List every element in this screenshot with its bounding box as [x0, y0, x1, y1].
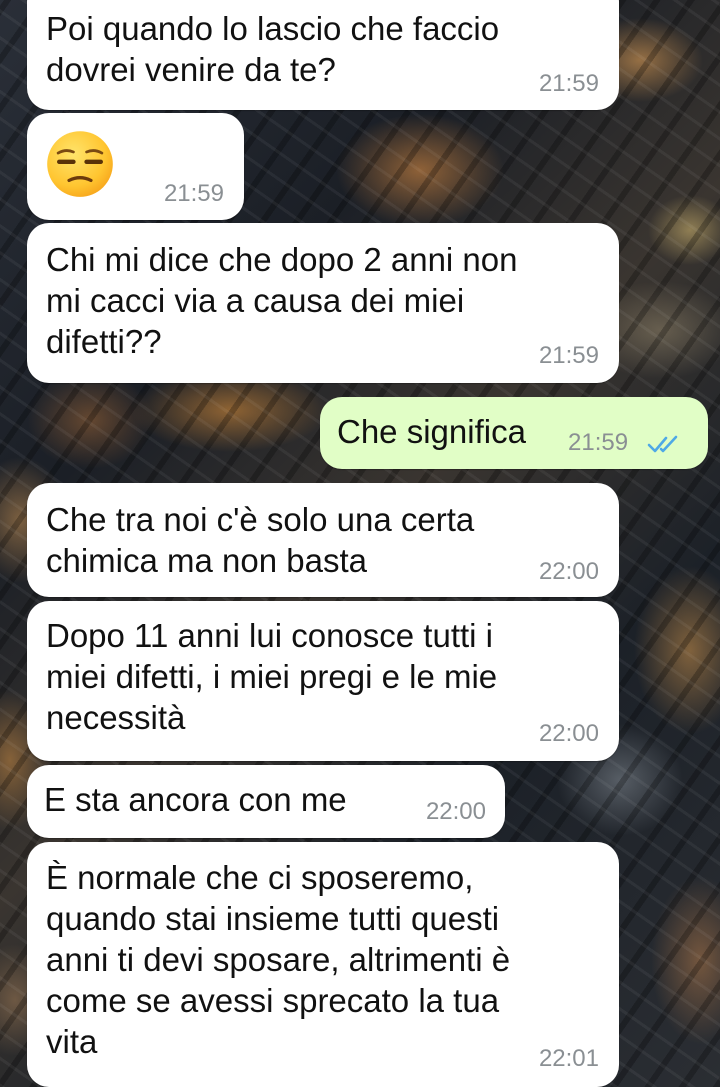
message-timestamp: 21:59	[163, 180, 224, 207]
message-text: E sta ancora con me	[44, 781, 347, 818]
message-text: Chi mi dice che dopo 2 anni non mi cacci…	[46, 241, 518, 360]
message-timestamp: 21:59	[568, 429, 629, 456]
message-text: Che tra noi c'è solo una certa chimica m…	[46, 501, 475, 579]
incoming-message[interactable]: Dopo 11 anni lui conosce tutti i miei di…	[27, 601, 619, 761]
incoming-emoji-message[interactable]: 21:59	[27, 113, 244, 220]
message-text: Poi quando lo lascio che faccio dovrei v…	[46, 10, 500, 88]
unamused-face-icon	[47, 131, 113, 197]
message-text: Che significa	[337, 413, 526, 450]
incoming-message[interactable]: È normale che ci sposeremo, quando stai …	[27, 842, 619, 1087]
message-timestamp: 21:59	[538, 70, 599, 97]
incoming-message[interactable]: Poi quando lo lascio che faccio dovrei v…	[27, 0, 619, 110]
message-timestamp: 22:00	[425, 798, 486, 825]
message-text: Dopo 11 anni lui conosce tutti i miei di…	[46, 617, 498, 736]
incoming-message[interactable]: Chi mi dice che dopo 2 anni non mi cacci…	[27, 223, 619, 383]
message-timestamp: 22:00	[538, 720, 599, 747]
message-text: È normale che ci sposeremo, quando stai …	[46, 859, 511, 1060]
outgoing-message[interactable]: Che significa 21:59	[320, 397, 708, 469]
message-timestamp: 21:59	[538, 342, 599, 369]
message-timestamp: 22:01	[538, 1045, 599, 1072]
double-check-icon	[647, 435, 678, 453]
incoming-message[interactable]: E sta ancora con me 22:00	[27, 765, 505, 838]
message-timestamp: 22:00	[538, 558, 599, 585]
incoming-message[interactable]: Che tra noi c'è solo una certa chimica m…	[27, 483, 619, 597]
